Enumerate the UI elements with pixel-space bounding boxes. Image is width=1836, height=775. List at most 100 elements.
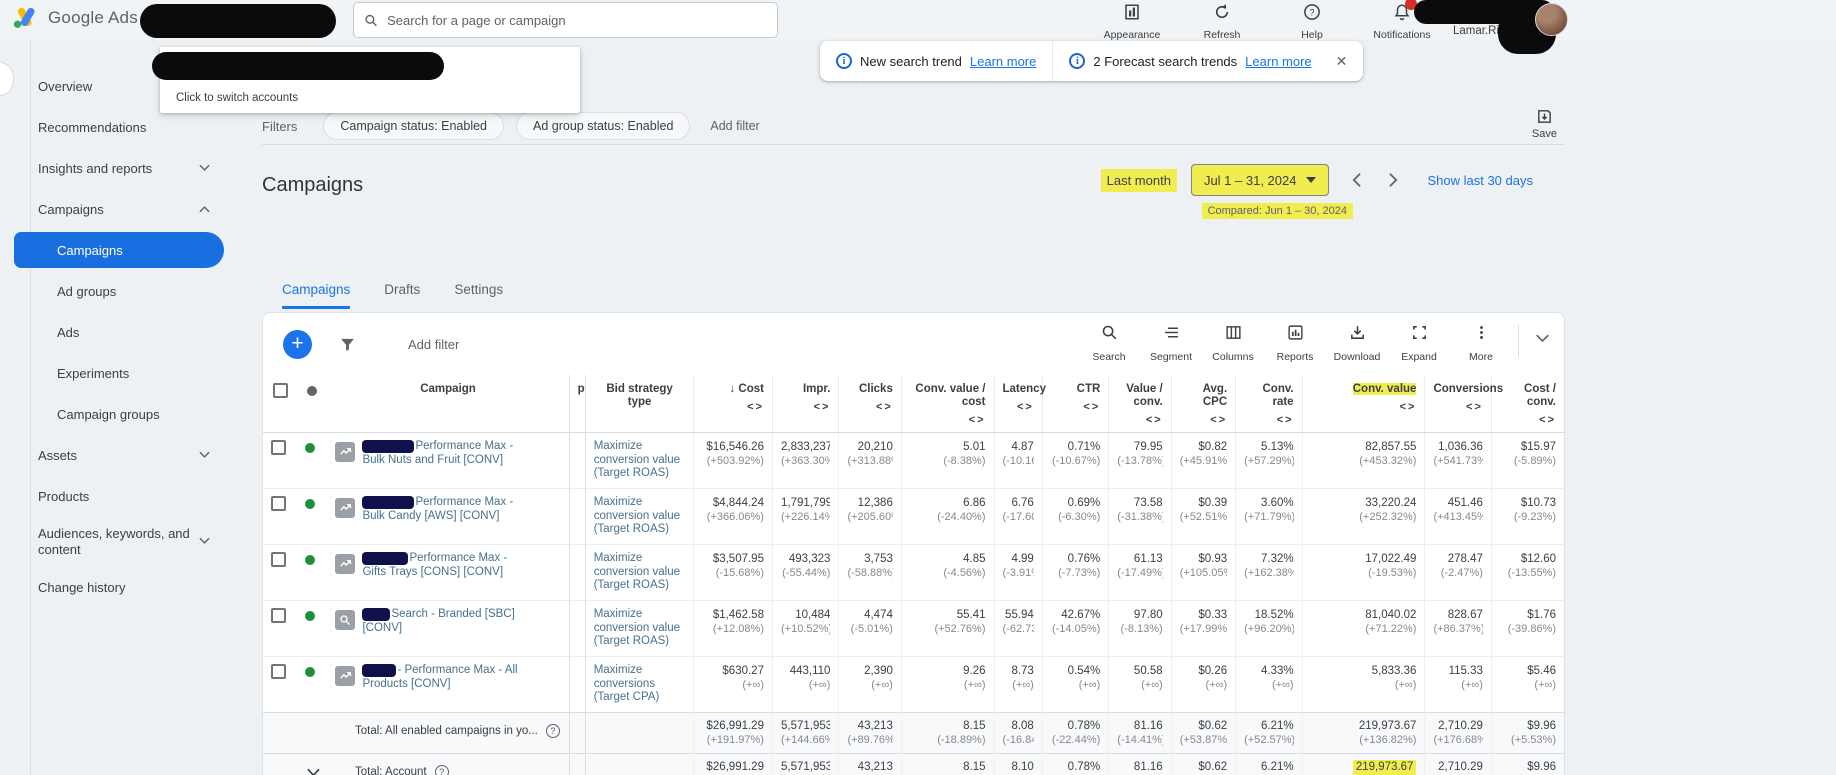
row-checkbox[interactable] bbox=[271, 440, 286, 455]
new-campaign-button[interactable]: + bbox=[283, 329, 312, 359]
status-enabled-dot[interactable] bbox=[305, 499, 316, 509]
row-checkbox[interactable] bbox=[271, 552, 286, 567]
next-period-button[interactable] bbox=[1388, 172, 1399, 188]
save-button[interactable]: Save bbox=[1532, 108, 1557, 140]
sidebar-item-campaigns[interactable]: Campaigns bbox=[0, 189, 262, 230]
select-all-checkbox[interactable] bbox=[263, 375, 298, 433]
sidebar-item-insights-and-reports[interactable]: Insights and reports bbox=[0, 148, 262, 189]
total-metric-cost_conv: $9.96 (+5.53%) bbox=[1490, 712, 1564, 754]
previous-period-button[interactable] bbox=[1351, 172, 1362, 188]
col-header-conversions[interactable]: Conversions <> bbox=[1424, 375, 1503, 433]
metric-conv_value_cost: 6.86 (-24.40%) bbox=[900, 488, 994, 545]
date-preset-label[interactable]: Last month bbox=[1100, 168, 1177, 192]
sidebar-item-assets[interactable]: Assets bbox=[0, 435, 262, 476]
metric-cost: $1,462.58 (+12.08%) bbox=[693, 600, 773, 657]
bid-strategy-link[interactable]: Maximize conversion value (Target ROAS) bbox=[594, 496, 686, 537]
collapse-toolbar-button[interactable] bbox=[1535, 331, 1550, 346]
campaign-row[interactable]: Performance Max - Gifts Trays [CONS] [CO… bbox=[263, 544, 1564, 601]
close-icon[interactable]: ✕ bbox=[1328, 49, 1356, 74]
global-search-input[interactable] bbox=[387, 12, 767, 28]
sidebar-item-campaigns[interactable]: Campaigns bbox=[14, 232, 224, 268]
learn-more-link[interactable]: Learn more bbox=[970, 54, 1036, 69]
add-filter-link[interactable]: Add filter bbox=[710, 119, 759, 133]
metric-clicks: 3,753 (-58.88%) bbox=[838, 544, 902, 601]
table-search-button[interactable]: Search bbox=[1078, 321, 1140, 363]
sidebar-item-ads[interactable]: Ads bbox=[0, 312, 262, 353]
metric-impr: 10,484 (+10.52%) bbox=[771, 600, 839, 657]
table-add-filter-link[interactable]: Add filter bbox=[408, 337, 459, 352]
download-button[interactable]: Download bbox=[1326, 321, 1388, 363]
segment-button[interactable]: Segment bbox=[1140, 321, 1202, 363]
col-header-ctr[interactable]: CTR <> bbox=[1041, 375, 1109, 433]
table-header-row: CampaignpeBid strategy type↓ Cost<>Impr.… bbox=[263, 375, 1564, 433]
campaign-name-link[interactable]: Performance Max - Bulk Candy [AWS] [CONV… bbox=[362, 496, 527, 523]
tab-settings[interactable]: Settings bbox=[454, 282, 503, 309]
sidebar-item-experiments[interactable]: Experiments bbox=[0, 353, 262, 394]
campaign-row[interactable]: - Performance Max - All Products [CONV] M… bbox=[263, 656, 1564, 713]
campaign-name-link[interactable]: Performance Max - Gifts Trays [CONS] [CO… bbox=[362, 552, 527, 579]
campaign-row[interactable]: Performance Max - Bulk Nuts and Fruit [C… bbox=[263, 432, 1564, 489]
total-row: Total: Account? $26,991.29(+179.28%)5,571… bbox=[263, 753, 1564, 775]
status-enabled-dot[interactable] bbox=[305, 555, 316, 565]
sidebar-item-change-history[interactable]: Change history bbox=[0, 567, 262, 608]
user-avatar[interactable] bbox=[1535, 3, 1568, 36]
col-header-cost[interactable]: ↓ Cost <> bbox=[693, 375, 773, 433]
sidebar-item-label: Ad groups bbox=[57, 284, 117, 299]
sidebar-item-recommendations[interactable]: Recommendations bbox=[0, 107, 262, 148]
campaign-row[interactable]: Search - Branded [SBC] [CONV] Maximize co… bbox=[263, 600, 1564, 657]
more-button[interactable]: More bbox=[1450, 321, 1512, 363]
tab-drafts[interactable]: Drafts bbox=[384, 282, 420, 309]
col-header-avg_cpc[interactable]: Avg. CPC <> bbox=[1170, 375, 1236, 433]
campaign-name-link[interactable]: - Performance Max - All Products [CONV] bbox=[362, 664, 527, 691]
row-checkbox[interactable] bbox=[271, 496, 286, 511]
col-header-latency[interactable]: Latency <> bbox=[993, 375, 1046, 433]
sidebar-item-campaign-groups[interactable]: Campaign groups bbox=[0, 394, 262, 435]
header-checkbox[interactable] bbox=[272, 383, 288, 398]
bid-strategy-link[interactable]: Maximize conversion value (Target ROAS) bbox=[594, 552, 686, 593]
expand-total-chevron-icon[interactable] bbox=[307, 768, 320, 775]
metric-ctr: 0.71% (-10.67%) bbox=[1041, 432, 1109, 489]
global-search[interactable] bbox=[353, 2, 778, 38]
bid-strategy-link[interactable]: Maximize conversions (Target CPA) bbox=[594, 664, 686, 705]
filter-funnel-button[interactable] bbox=[339, 336, 356, 353]
col-header-impr[interactable]: Impr. <> bbox=[771, 375, 839, 433]
columns-button[interactable]: Columns bbox=[1202, 321, 1264, 363]
date-range-selector[interactable]: Jul 1 – 31, 2024 bbox=[1190, 164, 1330, 196]
help-icon[interactable]: ? bbox=[545, 724, 560, 738]
status-enabled-dot[interactable] bbox=[305, 611, 316, 621]
col-header-conv_rate[interactable]: Conv. rate <> bbox=[1235, 375, 1303, 433]
tab-campaigns[interactable]: Campaigns bbox=[282, 282, 351, 309]
campaign-row[interactable]: Performance Max - Bulk Candy [AWS] [CONV… bbox=[263, 488, 1564, 545]
bid-strategy-link[interactable]: Maximize conversion value (Target ROAS) bbox=[594, 608, 686, 649]
show-last-30-days-link[interactable]: Show last 30 days bbox=[1427, 173, 1533, 188]
col-header-conv_value_cost[interactable]: Conv. value / cost <> bbox=[900, 375, 994, 433]
ad-group-status-filter-pill[interactable]: Ad group status: Enabled bbox=[516, 112, 691, 140]
reports-button[interactable]: Reports bbox=[1264, 321, 1326, 363]
learn-more-link[interactable]: Learn more bbox=[1245, 54, 1311, 69]
help-icon[interactable]: ? bbox=[434, 765, 449, 775]
appearance-button[interactable]: Appearance bbox=[1100, 2, 1164, 41]
campaign-status-filter-pill[interactable]: Campaign status: Enabled bbox=[323, 112, 505, 140]
col-header-clicks[interactable]: Clicks <> bbox=[838, 375, 902, 433]
col-header-value_conv[interactable]: Value / conv. <> bbox=[1108, 375, 1172, 433]
account-switch-popup[interactable]: Click to switch accounts bbox=[152, 47, 580, 113]
refresh-button[interactable]: Refresh bbox=[1190, 2, 1254, 41]
row-checkbox[interactable] bbox=[271, 664, 286, 679]
help-button[interactable]: ? Help bbox=[1280, 2, 1344, 41]
expand-button[interactable]: Expand bbox=[1388, 321, 1450, 363]
campaign-name-link[interactable]: Performance Max - Bulk Nuts and Fruit [C… bbox=[362, 440, 527, 467]
status-enabled-dot[interactable] bbox=[305, 667, 316, 677]
sidebar-item-products[interactable]: Products bbox=[0, 476, 262, 517]
col-header-conv_value[interactable]: Conv. value <> bbox=[1301, 375, 1425, 433]
type-cell bbox=[568, 488, 586, 545]
type-cell bbox=[568, 656, 586, 713]
compare-columns-icon: <> bbox=[1466, 401, 1483, 413]
total-metric-value_conv: 81.16 (-14.41%) bbox=[1108, 712, 1172, 754]
status-enabled-dot[interactable] bbox=[305, 443, 316, 453]
sidebar-item-audiences-keywords-and-content[interactable]: Audiences, keywords, and content bbox=[0, 517, 262, 567]
campaign-name-link[interactable]: Search - Branded [SBC] [CONV] bbox=[362, 608, 527, 635]
date-nav bbox=[1351, 172, 1399, 188]
sidebar-item-ad-groups[interactable]: Ad groups bbox=[0, 271, 262, 312]
row-checkbox[interactable] bbox=[271, 608, 286, 623]
bid-strategy-link[interactable]: Maximize conversion value (Target ROAS) bbox=[594, 440, 686, 481]
